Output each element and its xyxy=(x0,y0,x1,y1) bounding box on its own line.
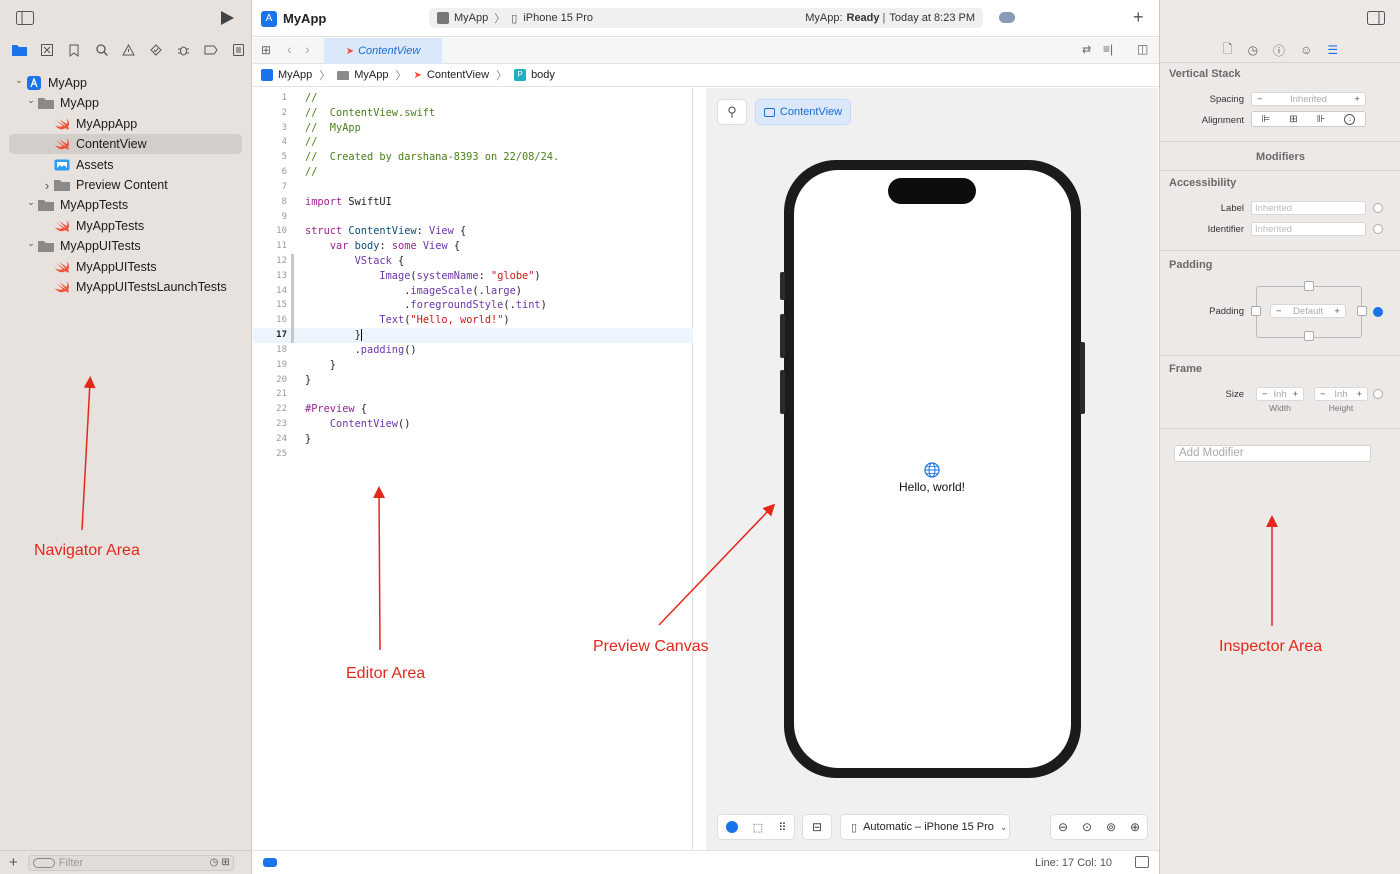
editor-arrow xyxy=(373,486,386,651)
canvas-annotation: Preview Canvas xyxy=(593,638,709,655)
canvas-arrow xyxy=(658,503,776,626)
navigator-annotation: Navigator Area xyxy=(34,542,140,559)
editor-annotation: Editor Area xyxy=(346,665,426,682)
navigator-arrow xyxy=(81,376,96,531)
inspector-annotation: Inspector Area xyxy=(1219,638,1323,655)
annotation-arrows xyxy=(81,376,1278,651)
